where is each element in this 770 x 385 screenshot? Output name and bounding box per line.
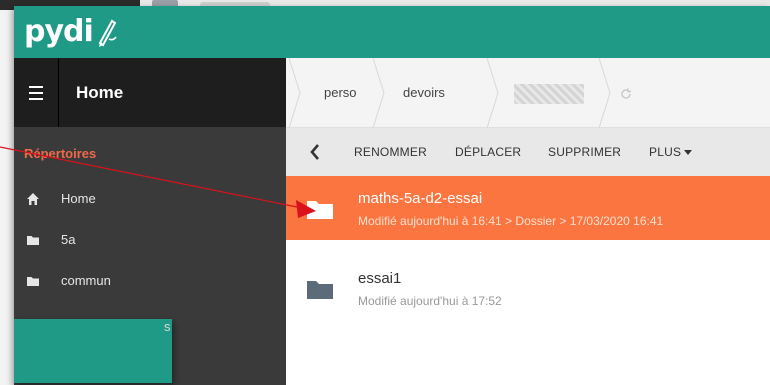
notification-toast[interactable] [14,319,172,383]
breadcrumb-separator-icon [486,57,500,129]
hamburger-icon [29,84,43,102]
top-bar: pydi [14,6,770,58]
folder-icon [307,281,333,299]
menu-button[interactable] [14,58,59,127]
file-row-maths-5a-d2-essai[interactable]: maths-5a-d2-essai Modifié aujourd'hui à … [286,176,770,240]
sidebar-item-5a[interactable]: 5a [14,222,286,258]
sidebar-title: Home [76,83,124,102]
breadcrumb-item-devoirs[interactable]: devoirs [403,58,445,128]
more-button[interactable]: PLUS [649,128,693,176]
file-row-essai1[interactable]: essai1 Modifié aujourd'hui à 17:52 [286,256,770,320]
file-name: essai1 [358,270,402,287]
file-meta: Modifié aujourd'hui à 16:41 > Dossier > … [358,214,664,228]
sidebar-item-label: Home [61,191,96,206]
file-meta: Modifié aujourd'hui à 17:52 [358,294,502,308]
folder-icon [307,201,333,219]
app-window: pydi Home Répertoires Home 5a commun per… [14,6,770,385]
move-button[interactable]: DÉPLACER [455,128,521,176]
sidebar-item-label: commun [61,273,111,288]
rename-button[interactable]: RENOMMER [354,128,427,176]
pen-icon [98,19,117,47]
refresh-icon[interactable] [620,88,632,100]
back-chevron-icon[interactable] [308,142,322,162]
pydio-logo[interactable]: pydi [24,10,118,54]
more-label: PLUS [649,145,682,159]
logo-text: pydi [24,14,94,49]
breadcrumb-item-blurred[interactable] [514,84,584,104]
action-toolbar: RENOMMER DÉPLACER SUPPRIMER PLUS [286,128,770,176]
folder-icon [27,236,39,245]
sidebar-item-label-partial: s [164,319,171,334]
breadcrumb-separator-icon [288,57,302,129]
caret-down-icon [684,150,693,156]
screen: pydi Home Répertoires Home 5a commun per… [0,0,770,385]
sidebar-item-home[interactable]: Home [14,181,286,217]
breadcrumb-separator-icon [372,57,386,129]
sidebar-header: Home [14,58,286,127]
file-name: maths-5a-d2-essai [358,190,483,207]
delete-button[interactable]: SUPPRIMER [548,128,621,176]
breadcrumb-item-perso[interactable]: perso [324,58,357,128]
sidebar-item-label: 5a [61,232,76,247]
breadcrumb-separator-icon [598,57,612,129]
folder-icon [27,277,39,286]
home-icon [27,193,39,205]
sidebar-item-commun[interactable]: commun [14,263,286,299]
breadcrumb: perso devoirs [286,57,770,129]
section-label-repertoires: Répertoires [24,146,97,161]
